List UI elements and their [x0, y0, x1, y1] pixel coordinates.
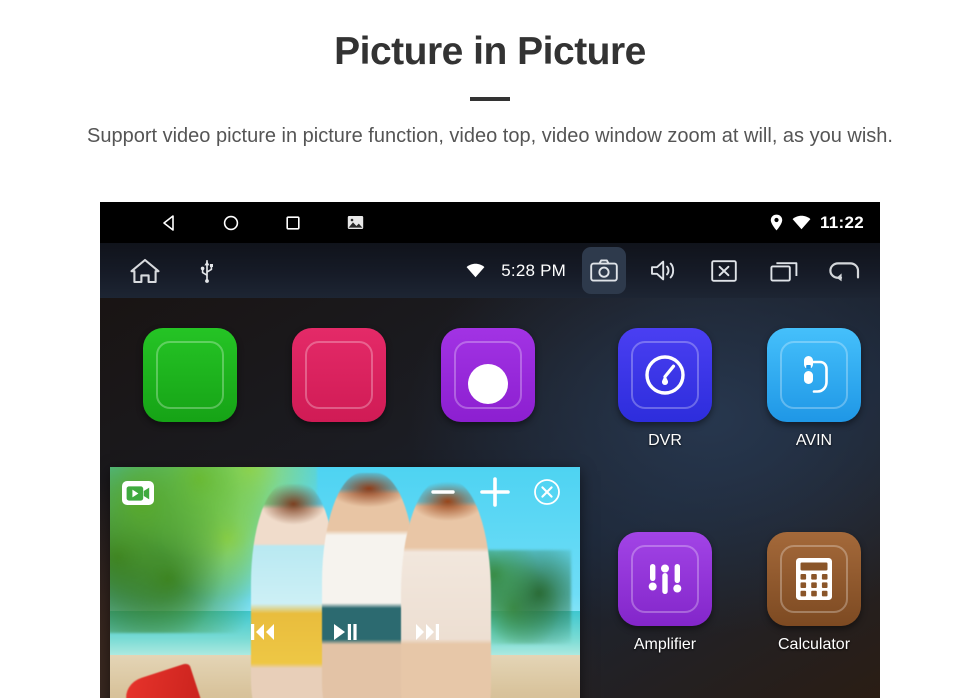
recents-square-icon[interactable] — [282, 212, 304, 234]
app-dvr[interactable]: DVR — [605, 328, 725, 450]
screenshot-image-icon[interactable] — [344, 212, 366, 234]
calculator-icon — [796, 558, 832, 600]
pip-playback-controls — [110, 619, 580, 645]
android-status-bar: 11:22 — [100, 202, 880, 243]
page-header: Picture in Picture Support video picture… — [0, 0, 980, 151]
previous-track-icon[interactable] — [248, 619, 278, 645]
app-avin[interactable]: AVIN — [754, 328, 874, 450]
page-subtitle: Support video picture in picture functio… — [87, 124, 893, 147]
camera-icon[interactable] — [582, 247, 626, 294]
pip-close-button[interactable] — [530, 475, 564, 509]
device-screen: 11:22 5:28 PM DVR AVIN Amplifier Calcula… — [100, 202, 880, 698]
status-bar-right: 11:22 — [770, 202, 864, 243]
app-icon-avin[interactable] — [767, 328, 861, 422]
av-plug-icon — [804, 356, 828, 393]
recents-icon[interactable] — [762, 247, 806, 294]
pip-zoom-in-button[interactable] — [478, 475, 512, 509]
home-circle-icon[interactable] — [220, 212, 242, 234]
app-icon-dvr[interactable] — [618, 328, 712, 422]
launcher-desktop: DVR AVIN Amplifier Calculator — [100, 298, 880, 698]
status-bar-clock: 11:22 — [819, 212, 864, 232]
page-root: Picture in Picture Support video picture… — [0, 0, 980, 698]
title-divider — [470, 96, 510, 101]
system-toolbar: 5:28 PM — [100, 243, 880, 298]
app-icon-amplifier[interactable] — [618, 532, 712, 626]
pip-controls — [426, 475, 564, 509]
app-label-dvr: DVR — [648, 432, 682, 449]
video-figure-3 — [401, 480, 491, 698]
video-camera-icon — [122, 481, 154, 505]
app-icon-calculator[interactable] — [767, 532, 861, 626]
wifi-icon — [792, 215, 811, 230]
app-label-amplifier: Amplifier — [633, 636, 697, 653]
play-pause-icon[interactable] — [330, 619, 360, 645]
app-label-calculator: Calculator — [777, 636, 851, 653]
next-track-icon[interactable] — [412, 619, 442, 645]
pip-zoom-out-button[interactable] — [426, 475, 460, 509]
gauge-icon — [645, 355, 685, 395]
page-title: Picture in Picture — [334, 30, 646, 73]
back-arrow-icon[interactable] — [822, 247, 866, 294]
back-triangle-icon[interactable] — [158, 212, 180, 234]
app-icon-siriusxm[interactable] — [292, 328, 386, 422]
app-amplifier[interactable]: Amplifier — [605, 532, 725, 654]
system-toolbar-clock: 5:28 PM — [501, 260, 566, 280]
close-box-icon[interactable] — [702, 247, 746, 294]
volume-icon[interactable] — [642, 247, 686, 294]
app-icon-netflix[interactable] — [143, 328, 237, 422]
system-toolbar-left — [130, 258, 214, 284]
app-icon-wheelkey-study[interactable] — [441, 328, 535, 422]
usb-icon[interactable] — [200, 259, 214, 283]
location-pin-icon — [770, 214, 783, 231]
wifi-icon — [466, 263, 485, 278]
system-toolbar-right: 5:28 PM — [466, 243, 866, 298]
pip-window[interactable]: eicar — [110, 467, 580, 698]
home-icon[interactable] — [130, 258, 160, 284]
app-label-avin: AVIN — [795, 432, 833, 449]
navigation-bar — [158, 212, 366, 234]
app-calculator[interactable]: Calculator — [754, 532, 874, 654]
equalizer-icon — [648, 564, 682, 594]
